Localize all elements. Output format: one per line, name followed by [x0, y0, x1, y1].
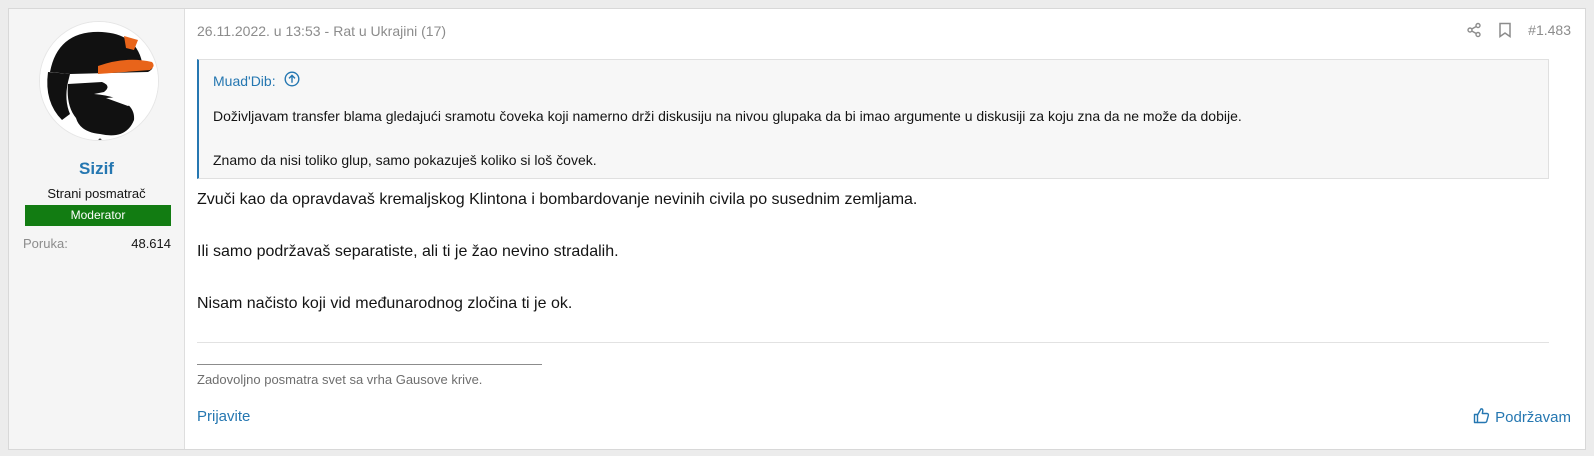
thread-link[interactable]: Rat u Ukrajini (17) [333, 23, 446, 39]
avatar[interactable] [39, 21, 159, 141]
quote-author[interactable]: Muad'Dib: [213, 73, 276, 89]
share-icon[interactable] [1466, 22, 1482, 38]
username[interactable]: Sizif [9, 159, 184, 179]
post-date[interactable]: 26.11.2022. u 13:53 [197, 23, 321, 39]
thumbs-up-icon [1473, 407, 1490, 428]
quote-block: Muad'Dib: Doživljavam transfer blama gle… [197, 59, 1549, 179]
moderator-badge: Moderator [25, 205, 171, 226]
body-paragraph: Nisam načisto koji vid međunarodnog zloč… [197, 295, 573, 312]
signature-text: Zadovoljno posmatra svet sa vrha Gausove… [197, 372, 483, 387]
user-title: Strani posmatrač [47, 186, 146, 201]
bookmark-icon[interactable] [1498, 22, 1512, 38]
arrow-up-circle-icon[interactable] [284, 71, 300, 90]
message-post: Sizif Strani posmatrač Moderator Poruka:… [8, 8, 1586, 450]
message-actions: #1.483 [1466, 22, 1571, 38]
message-user-panel: Sizif Strani posmatrač Moderator Poruka:… [9, 9, 185, 449]
avatar-image[interactable] [39, 21, 159, 141]
stat-value: 48.614 [131, 236, 171, 251]
body-paragraph: Zvuči kao da opravdavaš kremaljskog Klin… [197, 191, 918, 208]
avatar-illustration [40, 22, 158, 140]
signature-divider [197, 342, 1549, 343]
quote-paragraph: Znamo da nisi toliko glup, samo pokazuje… [213, 152, 597, 168]
quote-header: Muad'Dib: [213, 71, 300, 90]
report-link[interactable]: Prijavite [197, 408, 250, 425]
message-attribution: 26.11.2022. u 13:53- Rat u Ukrajini (17) [197, 23, 446, 39]
quote-paragraph: Doživljavam transfer blama gledajući sra… [213, 108, 1242, 124]
post-number[interactable]: #1.483 [1528, 22, 1571, 38]
like-label: Podržavam [1495, 409, 1571, 426]
like-button[interactable]: Podržavam [1473, 407, 1571, 428]
user-stat-messages: Poruka: 48.614 [23, 236, 171, 251]
signature-rule [197, 364, 542, 365]
message-main: 26.11.2022. u 13:53- Rat u Ukrajini (17) … [185, 9, 1585, 449]
body-paragraph: Ili samo podržavaš separatiste, ali ti j… [197, 243, 619, 260]
meta-separator: - [324, 23, 330, 39]
stat-label: Poruka: [23, 236, 68, 251]
